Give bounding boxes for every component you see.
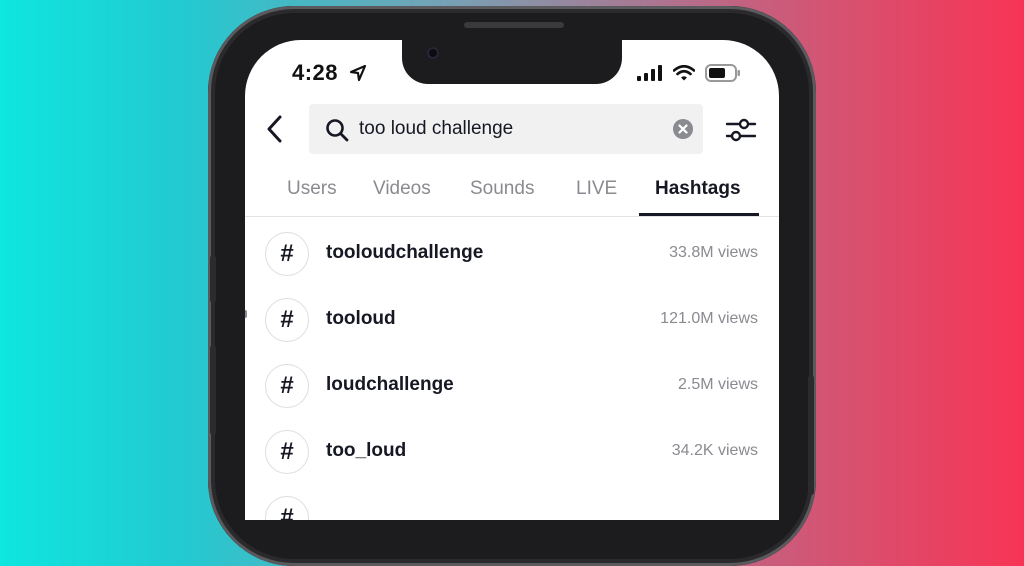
location-arrow-icon (349, 64, 367, 82)
tab-sounds[interactable]: Sounds (470, 178, 534, 200)
wifi-icon (673, 65, 695, 81)
list-item[interactable]: # too_loud 34.2K views (245, 430, 779, 496)
hashtag-name: loudchallenge (326, 374, 454, 395)
hashtag-name: tooloud (326, 308, 396, 329)
hashtag-views: 33.8M views (669, 244, 758, 261)
status-time: 4:28 (292, 60, 339, 85)
search-bar-row: too loud challenge (245, 104, 779, 154)
hashtag-icon: # (265, 298, 309, 342)
search-query-text: too loud challenge (359, 118, 514, 139)
phone-side-button (210, 255, 216, 303)
notch (402, 40, 622, 84)
search-tabs: Users Videos Sounds LIVE Hashtags (245, 168, 779, 318)
hashtag-icon: # (265, 430, 309, 474)
tab-hashtags[interactable]: Hashtags (655, 178, 741, 200)
list-item[interactable]: # tooloud 121.0M views (245, 298, 779, 364)
tab-users[interactable]: Users (287, 178, 337, 200)
back-arrow-icon[interactable] (263, 114, 287, 144)
phone-screen: 4:28 too loud challenge Users Videos Sou… (245, 40, 779, 520)
phone-side-button (210, 345, 216, 435)
hashtag-views: 121.0M views (660, 310, 758, 327)
front-camera (427, 47, 439, 59)
tab-live[interactable]: LIVE (576, 178, 617, 200)
phone-side-button (808, 375, 814, 495)
list-item[interactable]: # loudchallenge 2.5M views (245, 364, 779, 430)
search-icon (326, 119, 349, 142)
hashtag-views: 2.5M views (677, 376, 758, 393)
list-item[interactable]: # (245, 496, 779, 520)
status-icons (637, 64, 741, 82)
active-tab-indicator (639, 213, 759, 216)
hashtag-name: tooloudchallenge (326, 242, 484, 263)
earpiece-speaker (464, 22, 564, 28)
search-input[interactable]: too loud challenge (309, 104, 703, 154)
clear-icon[interactable] (673, 119, 693, 139)
hashtag-views: 34.2K views (671, 442, 758, 459)
battery-icon (705, 64, 740, 82)
signal-icon (637, 65, 662, 81)
hashtag-icon: # (265, 364, 309, 408)
hashtag-icon: # (265, 232, 309, 276)
hashtag-icon: # (265, 496, 309, 520)
list-item[interactable]: # tooloudchallenge 33.8M views (245, 232, 779, 298)
hashtag-name: too_loud (326, 440, 407, 461)
tab-videos[interactable]: Videos (373, 178, 431, 200)
filter-sliders-icon[interactable] (725, 117, 757, 143)
